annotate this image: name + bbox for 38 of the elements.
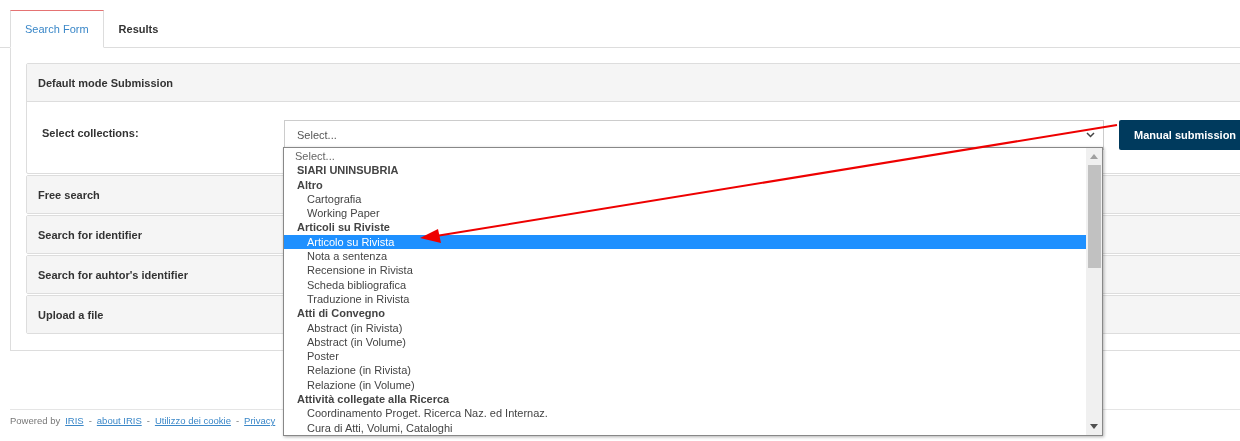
dropdown-option[interactable]: Abstract (in Rivista) <box>284 320 1086 335</box>
dropdown-option[interactable]: Working Paper <box>284 206 1086 221</box>
scroll-up-icon[interactable] <box>1090 154 1098 159</box>
tab[interactable]: Results <box>103 10 174 47</box>
footer-text: - <box>235 415 240 426</box>
chevron-down-icon <box>1086 132 1095 138</box>
footer-text: - <box>146 415 150 426</box>
footer-text: - <box>88 415 92 426</box>
option-group-label: Attività collegate alla Ricerca <box>296 392 451 407</box>
footer-link[interactable]: Privacy <box>244 415 276 426</box>
panel-header[interactable]: Default mode Submission <box>27 64 1240 102</box>
select-value: Select... <box>297 129 337 141</box>
dropdown-option[interactable]: Relazione (in Rivista) <box>284 363 1086 378</box>
scroll-down-icon[interactable] <box>1090 424 1098 429</box>
scroll-thumb[interactable] <box>1088 165 1101 268</box>
dropdown-option[interactable]: Traduzione in Rivista <box>284 291 1086 307</box>
option-group-label: Articoli su Riviste <box>296 220 391 235</box>
dropdown-option[interactable]: Cartografia <box>284 191 1086 207</box>
dropdown-option[interactable]: Recensione in Rivista <box>284 263 1086 278</box>
dropdown-option[interactable]: Select... <box>284 149 1086 164</box>
field-label: Select collections: <box>42 126 140 139</box>
footer-link[interactable]: Utilizzo dei cookie <box>154 415 231 426</box>
dropdown-option[interactable]: Relazione (in Volume) <box>284 377 1086 393</box>
tab[interactable]: Search Form <box>10 10 104 48</box>
dropdown-option[interactable]: Abstract (in Volume) <box>284 334 1086 350</box>
option-group-label: Altro <box>296 177 324 192</box>
manual-submission-button[interactable]: Manual submission <box>1119 120 1240 150</box>
footer-text: Powered by <box>10 415 61 426</box>
dropdown-option[interactable]: Nota a sentenza <box>284 249 1086 264</box>
option-group-label: Atti di Convegno <box>296 306 386 321</box>
dropdown-option[interactable]: Cura di Atti, Volumi, Cataloghi <box>284 420 1086 435</box>
dropdown-option[interactable]: Scheda bibliografica <box>284 277 1086 292</box>
dropdown-option[interactable]: Poster <box>284 349 1086 364</box>
option-group-label: SIARI UNINSUBRIA <box>296 163 400 178</box>
footer-link[interactable]: IRIS <box>65 415 84 426</box>
scrollbar[interactable] <box>1086 148 1102 435</box>
dropdown-option[interactable]: Coordinamento Proget. Ricerca Naz. ed Internaz. <box>284 406 1086 421</box>
footer-link[interactable]: about IRIS <box>96 415 142 426</box>
